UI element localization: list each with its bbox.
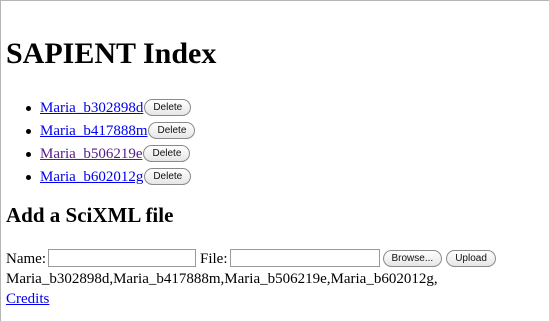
file-list-text: Maria_b302898d,Maria_b417888m,Maria_b506… (6, 271, 438, 287)
name-input[interactable] (47, 248, 196, 267)
document-link[interactable]: Maria_b506219e (40, 146, 142, 162)
delete-button[interactable]: Delete (148, 122, 196, 140)
upload-button[interactable]: Upload (446, 250, 496, 268)
delete-button[interactable]: Delete (144, 99, 192, 117)
bullet-icon (26, 175, 31, 180)
bullet-icon (26, 129, 31, 134)
upload-heading: Add a SciXML file (6, 203, 174, 227)
browse-button[interactable]: Browse... (382, 250, 443, 268)
name-label: Name: (6, 251, 46, 267)
file-label: File: (199, 251, 228, 267)
credits-container: Credits (6, 289, 49, 309)
list-item: Maria_b302898d Delete (26, 97, 195, 120)
window-border-top (0, 0, 549, 1)
upload-form: Name: File: Browse... Upload (6, 248, 496, 269)
delete-button[interactable]: Delete (143, 145, 191, 163)
document-link[interactable]: Maria_b302898d (40, 100, 143, 116)
bullet-icon (26, 152, 31, 157)
document-link[interactable]: Maria_b602012g (40, 169, 143, 185)
document-link[interactable]: Maria_b417888m (40, 123, 147, 139)
file-path-field[interactable] (229, 248, 380, 267)
bullet-icon (26, 106, 31, 111)
page-title: SAPIENT Index (6, 37, 217, 70)
delete-button[interactable]: Delete (144, 168, 192, 186)
list-item: Maria_b506219e Delete (26, 143, 195, 166)
list-item: Maria_b417888m Delete (26, 120, 196, 143)
window-border-left (0, 0, 1, 321)
credits-link[interactable]: Credits (6, 291, 49, 307)
list-item: Maria_b602012g Delete (26, 166, 195, 189)
document-list: Maria_b302898d Delete Maria_b417888m Delet… (26, 97, 196, 189)
